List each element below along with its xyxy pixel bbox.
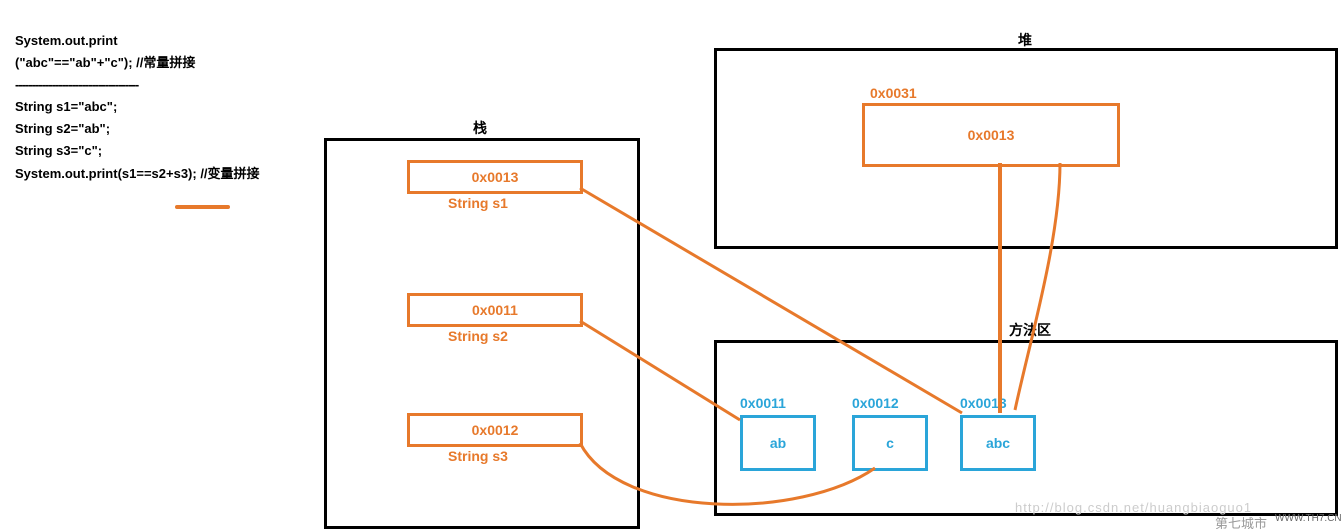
stack-s3-box: 0x0012 [407, 413, 583, 447]
heap-label: 堆 [1005, 30, 1045, 50]
stack-s1-label: String s1 [448, 195, 508, 211]
code-line-2: ("abc"=="ab"+"c"); //常量拼接 [15, 52, 315, 74]
stack-label: 栈 [460, 118, 500, 138]
code-line-1: System.out.print [15, 30, 315, 52]
stack-s2-label: String s2 [448, 328, 508, 344]
watermark-site: WWW.TH7.CN [1275, 513, 1342, 524]
code-divider: ------------------------------------- [15, 74, 315, 96]
pool-ab-addr: 0x0011 [740, 395, 786, 411]
heap-object-box: 0x0013 [862, 103, 1120, 167]
pool-abc-box: abc [960, 415, 1036, 471]
code-line-6: System.out.print(s1==s2+s3); //变量拼接 [15, 163, 315, 185]
method-area-label: 方法区 [990, 320, 1070, 340]
code-line-3: String s1="abc"; [15, 96, 315, 118]
stack-s2-box: 0x0011 [407, 293, 583, 327]
code-line-5: String s3="c"; [15, 140, 315, 162]
watermark-cn: 第七城市 [1215, 513, 1267, 529]
pool-c-addr: 0x0012 [852, 395, 899, 411]
stack-s3-label: String s3 [448, 448, 508, 464]
underline-mark [175, 205, 230, 209]
pool-ab-box: ab [740, 415, 816, 471]
code-block: System.out.print ("abc"=="ab"+"c"); //常量… [15, 30, 315, 185]
heap-outer-addr: 0x0031 [870, 85, 917, 101]
pool-c-box: c [852, 415, 928, 471]
stack-s1-box: 0x0013 [407, 160, 583, 194]
pool-abc-addr: 0x0013 [960, 395, 1007, 411]
code-line-4: String s2="ab"; [15, 118, 315, 140]
